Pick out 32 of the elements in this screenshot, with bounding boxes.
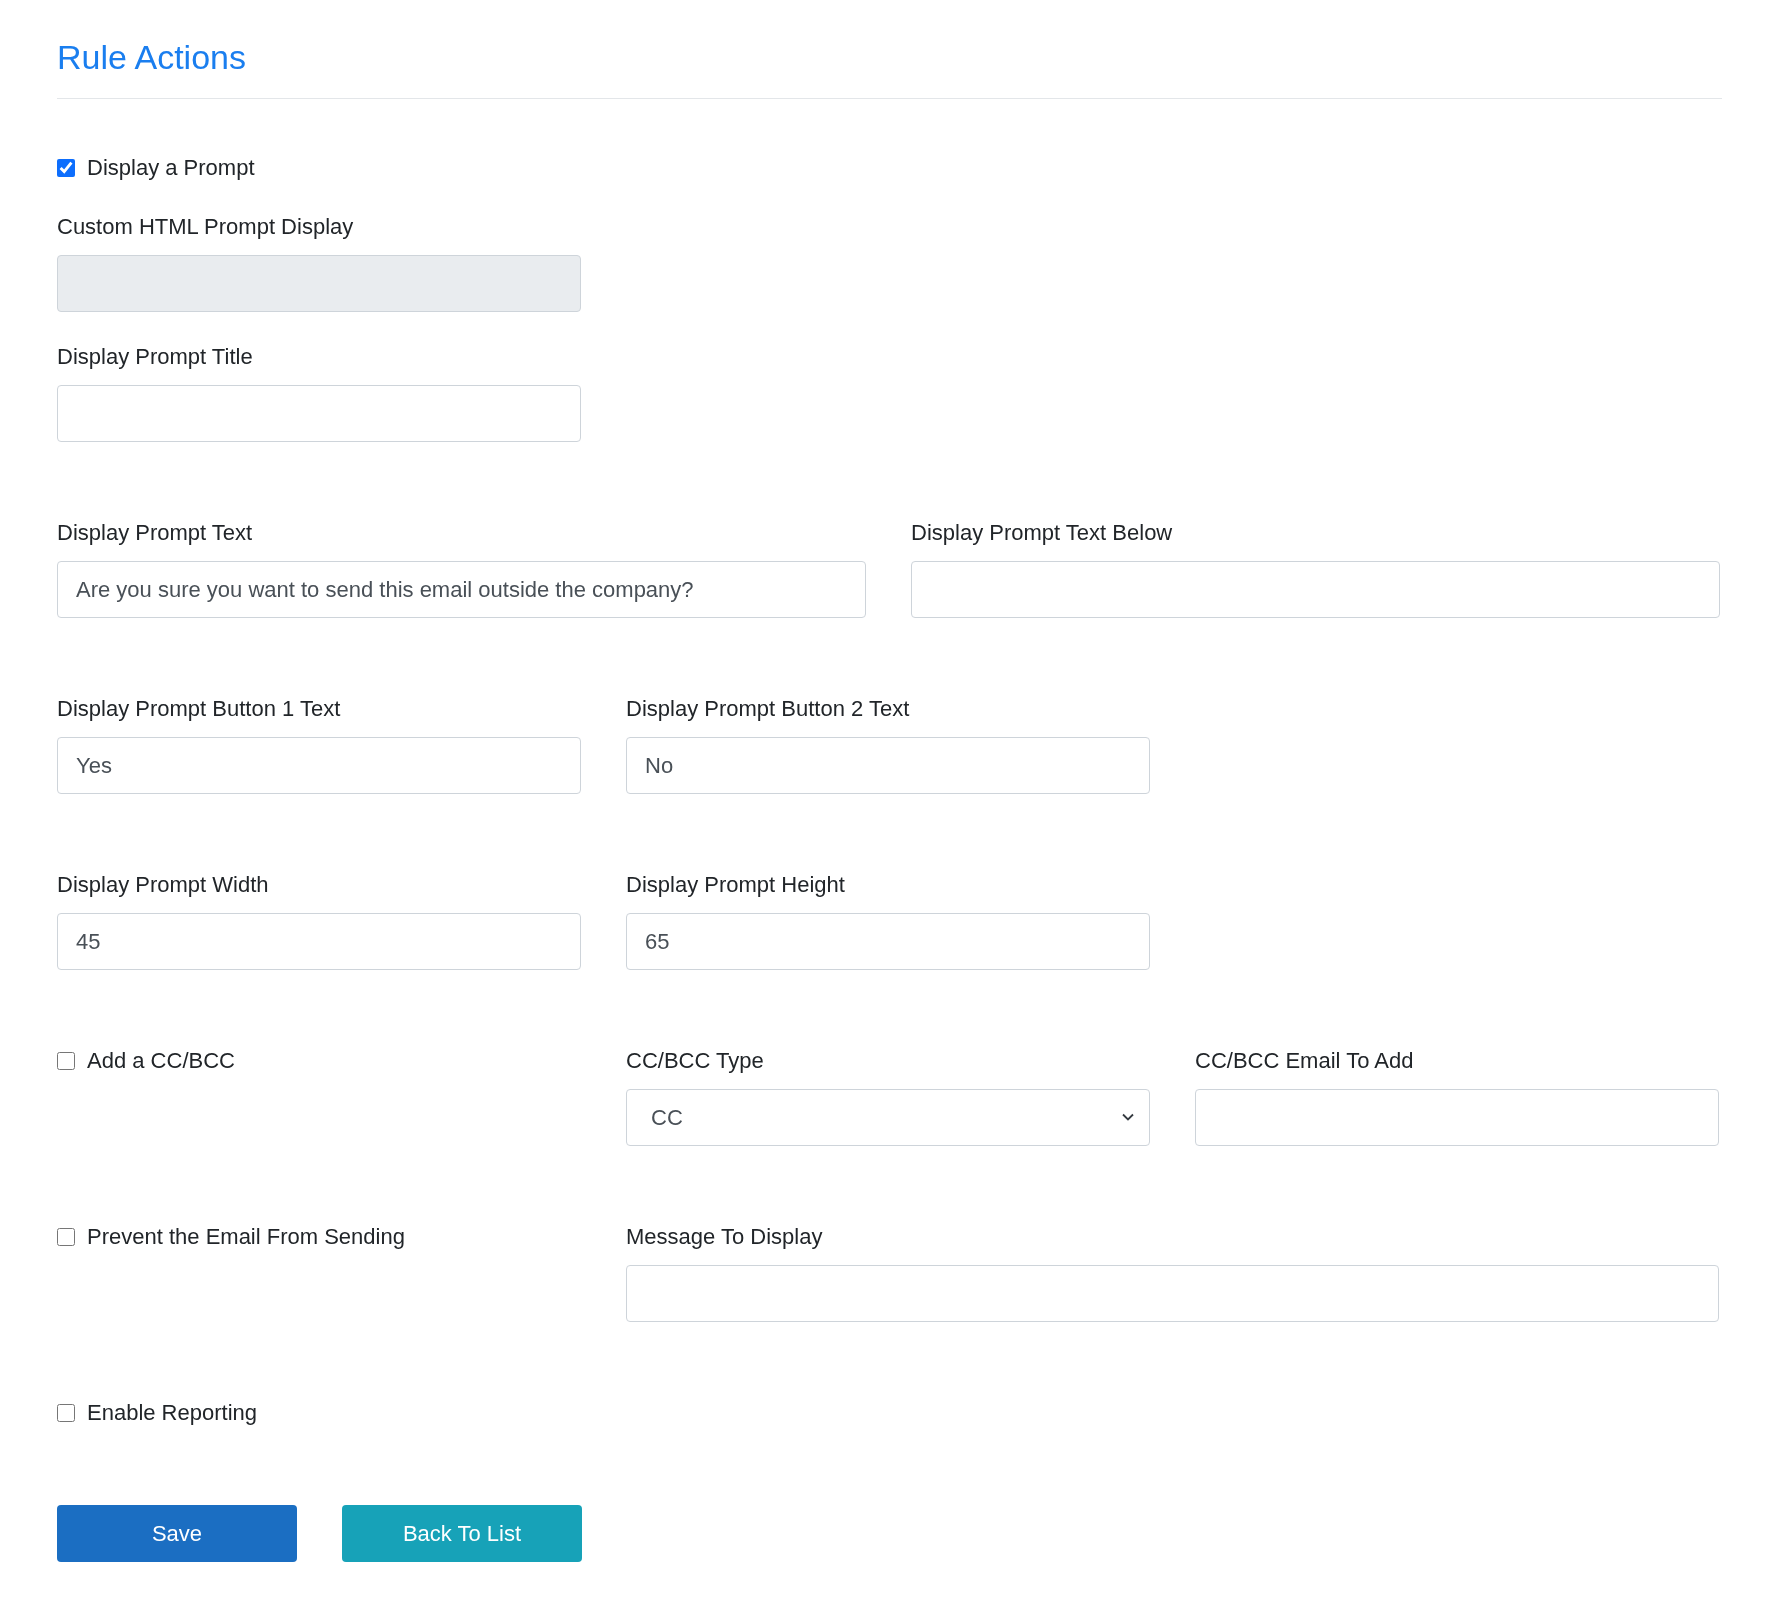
chevron-down-icon bbox=[1122, 1113, 1134, 1121]
field-label: Custom HTML Prompt Display bbox=[57, 213, 355, 241]
field-label: Display Prompt Width bbox=[57, 871, 270, 899]
checkbox-label: Add a CC/BCC bbox=[87, 1047, 235, 1075]
input-field[interactable]: Yes bbox=[57, 737, 581, 794]
save-button[interactable]: Save bbox=[57, 1505, 297, 1562]
checkbox-label: Prevent the Email From Sending bbox=[87, 1223, 405, 1251]
field-label: Display Prompt Text bbox=[57, 519, 254, 547]
field-label: Display Prompt Button 2 Text bbox=[626, 695, 911, 723]
input-field[interactable]: 45 bbox=[57, 913, 581, 970]
checkbox[interactable] bbox=[57, 1403, 75, 1422]
field-label: Display Prompt Title bbox=[57, 343, 254, 371]
input-field[interactable]: Are you sure you want to send this email outside the company? bbox=[57, 561, 866, 618]
field-label: CC/BCC Type bbox=[626, 1047, 765, 1075]
input-field[interactable] bbox=[57, 385, 581, 442]
input-field[interactable]: 65 bbox=[626, 913, 1150, 970]
dropdown[interactable]: CC bbox=[626, 1089, 1150, 1146]
checkbox[interactable] bbox=[57, 1051, 75, 1070]
input-field[interactable] bbox=[911, 561, 1720, 618]
field-label: Display Prompt Button 1 Text bbox=[57, 695, 342, 723]
field-label: Message To Display bbox=[626, 1223, 824, 1251]
checkbox-label: Display a Prompt bbox=[87, 154, 255, 182]
section-title: Rule Actions bbox=[57, 37, 246, 78]
checkbox-label: Enable Reporting bbox=[87, 1399, 257, 1427]
input-field[interactable] bbox=[626, 1265, 1719, 1322]
checkbox[interactable] bbox=[57, 158, 75, 177]
field-label: Display Prompt Text Below bbox=[911, 519, 1174, 547]
input-field[interactable] bbox=[1195, 1089, 1719, 1146]
input-field[interactable]: No bbox=[626, 737, 1150, 794]
checkbox[interactable] bbox=[57, 1227, 75, 1246]
field-label: Display Prompt Height bbox=[626, 871, 846, 899]
field-label: CC/BCC Email To Add bbox=[1195, 1047, 1415, 1075]
